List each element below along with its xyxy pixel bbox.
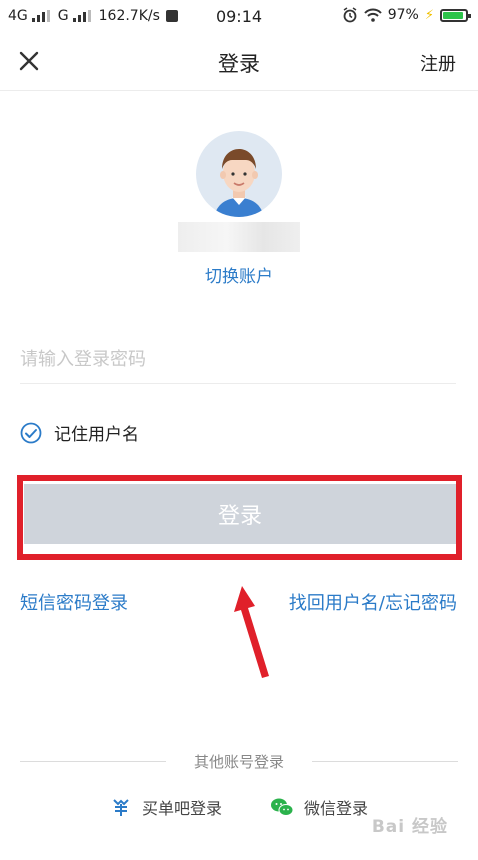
sms-login-link[interactable]: 短信密码登录: [20, 589, 128, 615]
page-title: 登录: [218, 52, 260, 76]
register-button[interactable]: 注册: [420, 50, 456, 76]
wechat-login-label: 微信登录: [304, 799, 369, 818]
check-circle-icon[interactable]: [20, 422, 42, 444]
arrow: [234, 586, 269, 678]
username-blurred: [178, 222, 300, 252]
watermark: Bai 经验: [371, 817, 448, 837]
wechat-icon: [271, 798, 294, 816]
maidanba-icon: [113, 799, 129, 816]
switch-account-link[interactable]: 切换账户: [0, 262, 478, 287]
divider-right: [312, 761, 458, 762]
avatar: [196, 131, 282, 217]
remember-label: 记住用户名: [54, 425, 139, 445]
maidanba-login-label: 买单吧登录: [142, 799, 223, 818]
wifi-icon: [364, 8, 382, 22]
maidanba-login-option[interactable]: 买单吧登录: [110, 795, 222, 819]
charging-icon: ⚡: [424, 7, 434, 23]
status-right: 97% ⚡: [342, 7, 471, 23]
password-input[interactable]: [20, 335, 456, 384]
status-bar: 4G G 162.7K/s 09:14 97% ⚡: [0, 0, 478, 34]
nav-bar: 登录 注册: [0, 34, 478, 91]
wechat-login-option[interactable]: 微信登录: [270, 795, 368, 819]
avatar-image: [214, 149, 264, 217]
battery-icon: [440, 8, 471, 22]
alarm-icon: [343, 7, 357, 23]
remember-username-checkbox[interactable]: 记住用户名: [20, 420, 139, 445]
battery-percent: 97%: [387, 7, 419, 23]
forgot-password-link[interactable]: 找回用户名/忘记密码: [289, 589, 457, 615]
login-button[interactable]: 登录: [24, 484, 456, 544]
